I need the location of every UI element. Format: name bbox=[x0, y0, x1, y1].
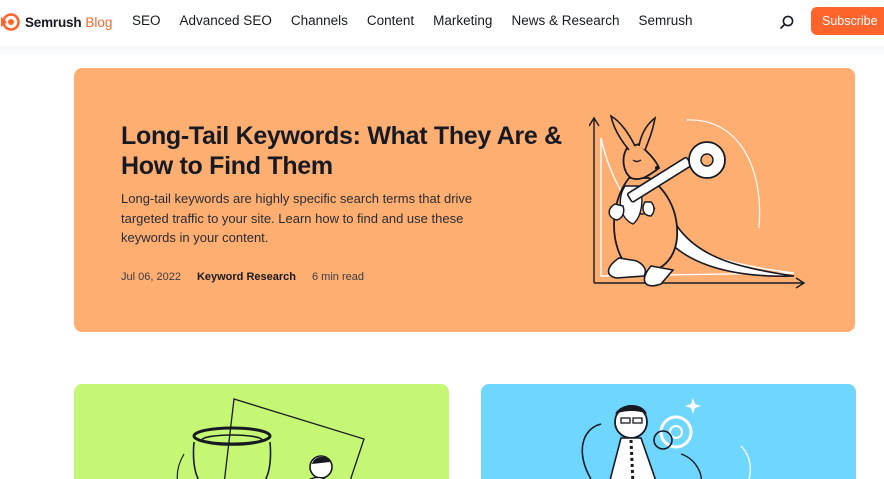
semrush-logo-icon bbox=[1, 13, 20, 31]
hoop-and-figure-illustration bbox=[176, 398, 365, 479]
article-card[interactable] bbox=[481, 384, 856, 479]
logo-section-name: Blog bbox=[85, 14, 113, 30]
featured-article-description: Long-tail keywords are highly specific s… bbox=[121, 191, 473, 245]
header-divider bbox=[0, 46, 884, 54]
nav-item-seo[interactable]: SEO bbox=[132, 13, 161, 28]
kangaroo-key-illustration bbox=[589, 114, 806, 289]
article-category-link[interactable]: Keyword Research bbox=[197, 271, 296, 283]
top-navigation: Semrush Blog SEO Advanced SEO Channels C… bbox=[0, 0, 884, 46]
person-with-gears-illustration bbox=[581, 398, 752, 479]
featured-article-title[interactable]: Long-Tail Keywords: What They Are & How … bbox=[121, 121, 581, 181]
nav-item-channels[interactable]: Channels bbox=[291, 13, 348, 28]
semrush-blog-logo[interactable]: Semrush Blog bbox=[0, 11, 112, 33]
nav-item-semrush[interactable]: Semrush bbox=[639, 13, 693, 28]
logo-brand-name: Semrush bbox=[25, 14, 82, 30]
nav-item-news-research[interactable]: News & Research bbox=[511, 13, 619, 28]
article-read-time: 6 min read bbox=[311, 271, 364, 283]
nav-item-content[interactable]: Content bbox=[367, 13, 414, 28]
article-date: Jul 06, 2022 bbox=[121, 271, 181, 283]
subscribe-button[interactable]: Subscribe bbox=[811, 7, 884, 35]
nav-menu: SEO Advanced SEO Channels Content Market… bbox=[132, 13, 712, 28]
search-icon[interactable] bbox=[778, 13, 796, 31]
nav-item-marketing[interactable]: Marketing bbox=[433, 13, 492, 28]
nav-item-advanced-seo[interactable]: Advanced SEO bbox=[180, 13, 272, 28]
featured-article-card[interactable]: Long-Tail Keywords: What They Are & How … bbox=[74, 68, 855, 332]
featured-article-meta: Jul 06, 2022 Keyword Research 6 min read bbox=[121, 271, 364, 283]
article-card[interactable] bbox=[74, 384, 449, 479]
